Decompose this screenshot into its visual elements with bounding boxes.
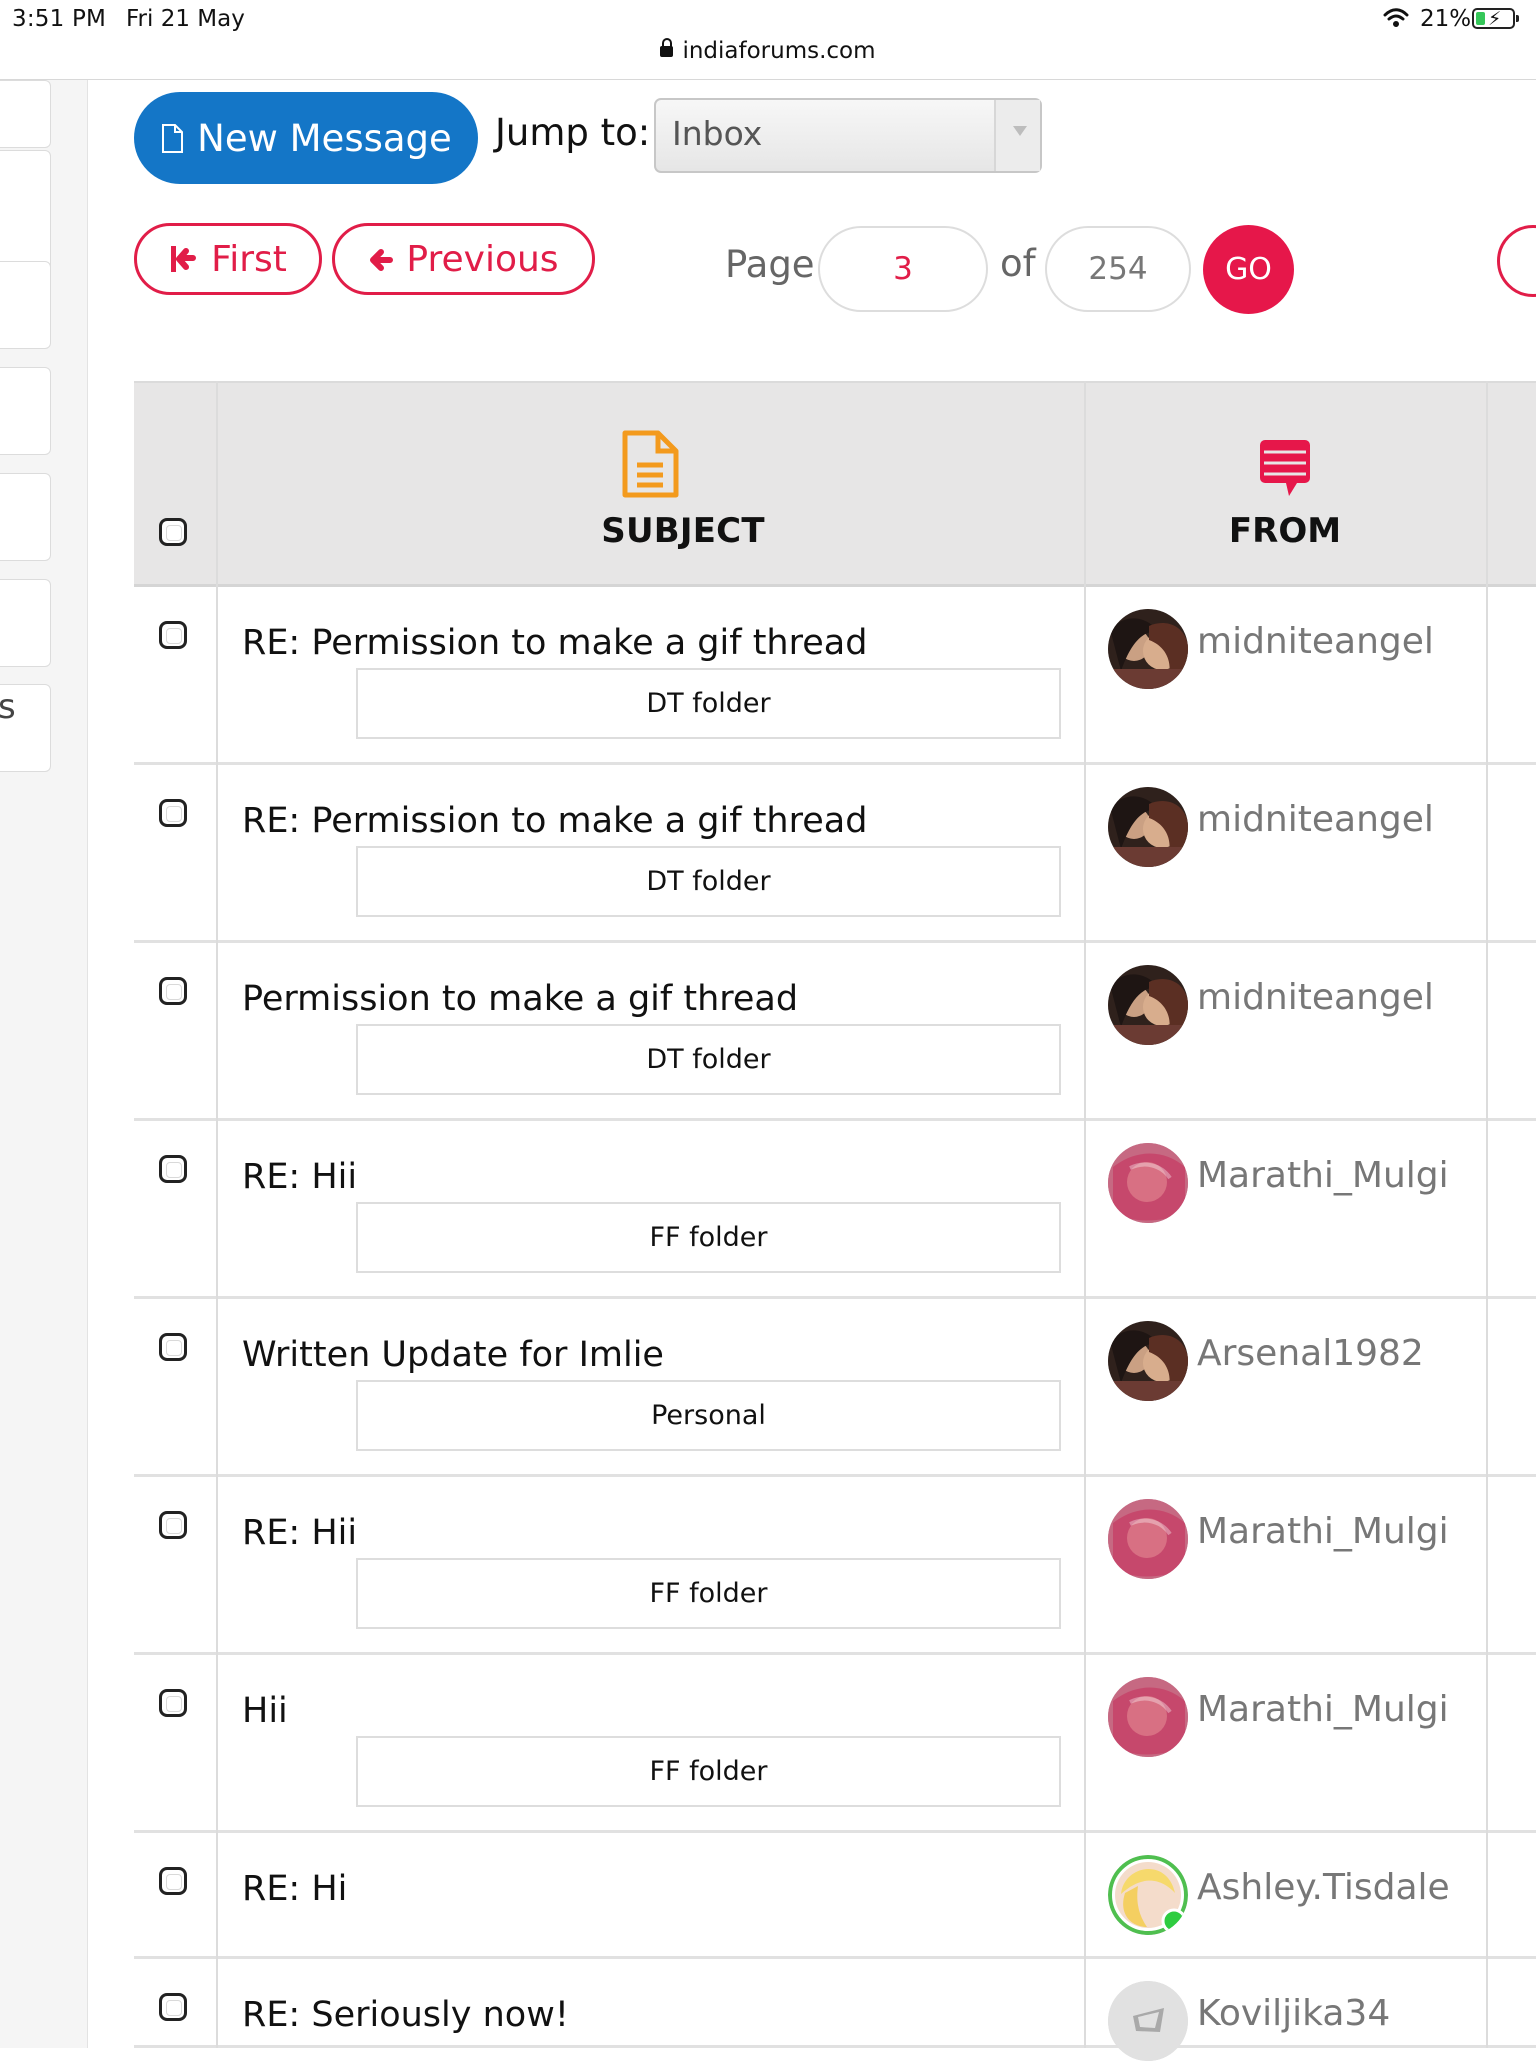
message-subject[interactable]: RE: Hii bbox=[242, 1157, 357, 1197]
first-label: First bbox=[211, 238, 287, 280]
message-subject[interactable]: RE: Hii bbox=[242, 1513, 357, 1553]
previous-page-button[interactable]: Previous bbox=[332, 223, 595, 295]
folder-label: DT folder bbox=[356, 1024, 1061, 1095]
left-nav-tab[interactable] bbox=[0, 261, 51, 349]
chevron-down-icon[interactable] bbox=[994, 100, 1040, 171]
sender-name[interactable]: Koviljika34 bbox=[1197, 1993, 1390, 2034]
folder-label: DT folder bbox=[356, 846, 1061, 917]
previous-arrow-icon bbox=[370, 248, 394, 271]
sender-name[interactable]: midniteangel bbox=[1197, 621, 1434, 662]
row-checkbox[interactable] bbox=[159, 621, 187, 649]
status-time: 3:51 PM bbox=[12, 6, 107, 32]
first-page-button[interactable]: First bbox=[134, 223, 322, 295]
left-nav-tab[interactable] bbox=[0, 579, 51, 667]
previous-label: Previous bbox=[406, 238, 559, 280]
sender-avatar[interactable] bbox=[1108, 1981, 1188, 2061]
battery-percent: 21% bbox=[1420, 6, 1472, 32]
page-label: Page bbox=[725, 243, 815, 286]
new-message-button[interactable]: New Message bbox=[134, 92, 478, 184]
battery-fill bbox=[1476, 12, 1485, 25]
total-pages: 254 bbox=[1045, 226, 1191, 312]
first-arrow-icon bbox=[171, 246, 197, 272]
sender-avatar[interactable] bbox=[1108, 1677, 1188, 1757]
message-subject[interactable]: RE: Hi bbox=[242, 1869, 347, 1909]
message-subject[interactable]: RE: Seriously now! bbox=[242, 1995, 569, 2035]
wifi-icon bbox=[1383, 8, 1409, 27]
of-label: of bbox=[1000, 242, 1036, 285]
new-message-label: New Message bbox=[197, 116, 452, 160]
go-button[interactable]: GO bbox=[1203, 225, 1294, 314]
new-document-icon bbox=[162, 123, 184, 153]
table-row[interactable]: RE: Hii FF folder Marathi_Mulgi bbox=[134, 1477, 1536, 1655]
row-checkbox[interactable] bbox=[159, 1511, 187, 1539]
table-row[interactable]: RE: Hii FF folder Marathi_Mulgi bbox=[134, 1121, 1536, 1299]
sender-name[interactable]: Ashley.Tisdale bbox=[1197, 1867, 1450, 1908]
sender-avatar[interactable] bbox=[1108, 1143, 1188, 1223]
folder-label: FF folder bbox=[356, 1202, 1061, 1273]
battery-icon: ⚡ bbox=[1472, 8, 1519, 30]
page-number-input[interactable]: 3 bbox=[818, 226, 988, 312]
next-page-button[interactable] bbox=[1497, 225, 1536, 297]
folder-select[interactable]: Inbox bbox=[654, 98, 1042, 173]
clipped-sidebar-text: s bbox=[0, 687, 16, 727]
left-nav-tab[interactable] bbox=[0, 80, 51, 148]
folder-label: Personal bbox=[356, 1380, 1061, 1451]
message-subject[interactable]: Permission to make a gif thread bbox=[242, 979, 798, 1019]
message-subject[interactable]: RE: Permission to make a gif thread bbox=[242, 623, 867, 663]
sender-avatar[interactable] bbox=[1108, 1499, 1188, 1579]
sender-name[interactable]: midniteangel bbox=[1197, 977, 1434, 1018]
table-row[interactable]: Permission to make a gif thread DT folder… bbox=[134, 943, 1536, 1121]
url-text: indiaforums.com bbox=[682, 38, 876, 64]
browser-url[interactable]: indiaforums.com bbox=[0, 38, 1536, 64]
table-row[interactable]: RE: Seriously now! Koviljika34 bbox=[134, 1959, 1536, 2061]
left-nav-tab[interactable] bbox=[0, 473, 51, 561]
status-date: Fri 21 May bbox=[126, 6, 245, 32]
table-row[interactable]: Hii FF folder Marathi_Mulgi bbox=[134, 1655, 1536, 1833]
row-checkbox[interactable] bbox=[159, 799, 187, 827]
lock-icon bbox=[660, 38, 674, 57]
table-row[interactable]: Written Update for Imlie Personal Arsenal1… bbox=[134, 1299, 1536, 1477]
folder-label: FF folder bbox=[356, 1736, 1061, 1807]
sender-name[interactable]: midniteangel bbox=[1197, 799, 1434, 840]
sender-avatar[interactable] bbox=[1108, 1321, 1188, 1401]
sender-name[interactable]: Marathi_Mulgi bbox=[1197, 1511, 1449, 1552]
subject-document-icon bbox=[622, 430, 679, 498]
row-checkbox[interactable] bbox=[159, 1333, 187, 1361]
folder-label: DT folder bbox=[356, 668, 1061, 739]
folder-label: FF folder bbox=[356, 1558, 1061, 1629]
row-checkbox[interactable] bbox=[159, 977, 187, 1005]
sender-avatar[interactable] bbox=[1108, 787, 1188, 867]
sender-avatar[interactable] bbox=[1108, 609, 1188, 689]
sender-avatar[interactable] bbox=[1108, 965, 1188, 1045]
jump-to-label: Jump to: bbox=[495, 111, 651, 154]
message-subject[interactable]: RE: Permission to make a gif thread bbox=[242, 801, 867, 841]
sender-name[interactable]: Arsenal1982 bbox=[1197, 1333, 1424, 1374]
row-checkbox[interactable] bbox=[159, 1155, 187, 1183]
table-row[interactable]: RE: Permission to make a gif thread DT fo… bbox=[134, 765, 1536, 943]
left-nav-tab[interactable] bbox=[0, 367, 51, 455]
charging-bolt-icon: ⚡ bbox=[1488, 8, 1502, 30]
sender-name[interactable]: Marathi_Mulgi bbox=[1197, 1689, 1449, 1730]
from-column-header[interactable]: FROM bbox=[1193, 511, 1377, 551]
sender-name[interactable]: Marathi_Mulgi bbox=[1197, 1155, 1449, 1196]
row-checkbox[interactable] bbox=[159, 1993, 187, 2021]
messages-table: SUBJECT FROM RE: Permission to make a gi… bbox=[134, 381, 1536, 2061]
left-sidebar-edge: s bbox=[0, 80, 88, 2048]
column-divider bbox=[216, 381, 218, 2048]
row-checkbox[interactable] bbox=[159, 1867, 187, 1895]
column-divider bbox=[1084, 381, 1086, 2048]
table-row[interactable]: RE: Hi Ashley.Tisdale bbox=[134, 1833, 1536, 1959]
ios-status-bar: 3:51 PM Fri 21 May indiaforums.com 21% ⚡ bbox=[0, 0, 1536, 80]
select-all-checkbox[interactable] bbox=[159, 518, 187, 546]
message-subject[interactable]: Hii bbox=[242, 1691, 288, 1731]
sender-avatar[interactable] bbox=[1108, 1855, 1188, 1935]
selected-folder: Inbox bbox=[672, 114, 763, 153]
table-row[interactable]: RE: Permission to make a gif thread DT fo… bbox=[134, 587, 1536, 765]
table-header: SUBJECT FROM bbox=[134, 381, 1536, 587]
row-checkbox[interactable] bbox=[159, 1689, 187, 1717]
column-divider bbox=[1486, 381, 1488, 2048]
message-subject[interactable]: Written Update for Imlie bbox=[242, 1335, 664, 1375]
subject-column-header[interactable]: SUBJECT bbox=[578, 511, 788, 551]
from-message-icon bbox=[1260, 440, 1310, 496]
